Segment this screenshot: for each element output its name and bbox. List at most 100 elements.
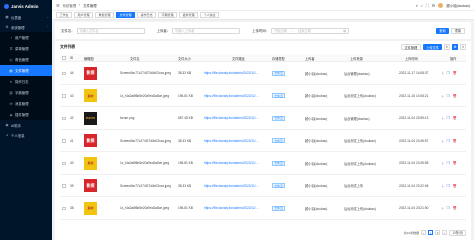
tab-workbench[interactable]: 工作台	[56, 12, 73, 18]
copy-icon[interactable]: ❐	[447, 139, 450, 143]
avatar[interactable]	[438, 2, 444, 8]
row-checkbox[interactable]	[62, 71, 66, 75]
file-path-link[interactable]: https://file.danaly.fun/admin/2022/11/…	[204, 139, 259, 143]
delete-icon[interactable]: 🗑︎	[453, 71, 457, 75]
menu-icon: ☰	[9, 46, 13, 51]
column-header: 上传时间	[405, 56, 418, 61]
fullscreen-icon[interactable]: ⛶	[426, 3, 429, 8]
sidebar-submenu: ◔ 用户管理 ☰ 菜单管理 ◎ 角色管理 ▤ 文件管理 ≡ 操作日志 ▥ 字典管理 ✉ 消息管…	[0, 32, 52, 120]
next-page-button[interactable]: ›	[442, 230, 448, 235]
page-button[interactable]: 1	[428, 230, 434, 235]
cell-uploader: 超小羽(doubao)	[305, 184, 328, 189]
sidebar-item-dict[interactable]: ▥ 字典管理	[0, 87, 52, 98]
page-button[interactable]: 2	[435, 230, 441, 235]
download-icon[interactable]: ⤓	[442, 161, 444, 165]
sidebar-item-messages[interactable]: ✉ 消息管理	[0, 98, 52, 109]
sidebar-item-dashboard[interactable]: ▦ 仪表盘 ⌄	[0, 12, 52, 22]
page-size-select[interactable]: 10条/页	[449, 229, 466, 236]
message-icon: ✉	[9, 101, 13, 106]
search-icon[interactable]: ⌕	[416, 3, 418, 8]
row-checkbox[interactable]	[62, 116, 66, 120]
sidebar-item-roles[interactable]: ◎ 角色管理	[0, 54, 52, 65]
settings-icon[interactable]: ⚙	[432, 3, 436, 8]
density-icon[interactable]: ⇕	[460, 44, 466, 50]
sidebar-item-logs[interactable]: ≡ 操作日志	[0, 76, 52, 87]
row-checkbox[interactable]	[62, 161, 66, 165]
prev-page-button[interactable]: ‹	[421, 230, 427, 235]
reset-button[interactable]: 重置	[450, 27, 465, 34]
copy-icon[interactable]: ❐	[447, 184, 450, 188]
tab-profile[interactable]: 个人信息	[200, 12, 220, 18]
file-path-link[interactable]: https://file.danaly.fun/admin/2022/11/…	[204, 116, 259, 120]
app-logo[interactable]: Jarvis Admin	[0, 0, 52, 12]
delete-icon[interactable]: 🗑︎	[453, 94, 457, 98]
tab-logs[interactable]: 操作日志	[137, 12, 157, 18]
date-range-picker[interactable]: 开始日期 → 结束日期 ▦	[271, 27, 350, 34]
dashboard-icon: ▦	[5, 15, 9, 19]
select-all-checkbox[interactable]	[62, 56, 66, 60]
table-title: 文件列表	[60, 44, 76, 49]
delete-icon[interactable]: 🗑︎	[453, 139, 457, 143]
download-icon[interactable]: ⤓	[442, 116, 444, 120]
file-name-input[interactable]: 请输入文件名	[76, 27, 145, 34]
tab-plugins[interactable]: 插件管理	[179, 12, 199, 18]
row-checkbox[interactable]	[62, 206, 66, 210]
file-thumbnail[interactable]: 影探	[84, 179, 97, 193]
file-manage-button[interactable]: 文件管理	[400, 44, 422, 50]
copy-icon[interactable]: ❐	[447, 161, 450, 165]
bell-icon[interactable]: ♪	[421, 3, 423, 8]
sidebar-item-menus[interactable]: ☰ 菜单管理	[0, 43, 52, 54]
file-thumbnail[interactable]: 素材	[84, 156, 97, 170]
column-header: 上传者	[305, 56, 315, 61]
file-table-card: 文件列表 文件管理 上传文件 ↻ ⚙ ⇕ ID 缩略图 文件名 文件大小 文件路…	[55, 41, 471, 240]
file-path-link[interactable]: https://file.danaly.fun/admin/2022/11/…	[204, 184, 259, 188]
copy-icon[interactable]: ❐	[447, 94, 450, 98]
sidebar-item-plugins[interactable]: ◈ 插件管理	[0, 109, 52, 120]
settings-icon[interactable]: ⚙	[452, 44, 458, 50]
cell-file-name: Screen6bc77c274f27d4b02cca.jpeg	[120, 138, 171, 143]
file-thumbnail[interactable]: 素材	[84, 89, 97, 103]
file-thumbnail[interactable]: PHOTO	[84, 111, 97, 125]
download-icon[interactable]: ⤓	[442, 206, 444, 210]
download-icon[interactable]: ⤓	[442, 71, 444, 75]
upload-button[interactable]: 上传文件	[423, 44, 442, 50]
robot-icon: ◉	[5, 123, 9, 127]
collapse-menu-icon[interactable]: ☰	[56, 3, 60, 8]
copy-icon[interactable]: ❐	[447, 71, 450, 75]
tab-users[interactable]: 用户管理	[74, 12, 94, 18]
search-button[interactable]: 查询	[436, 27, 449, 34]
row-checkbox[interactable]	[62, 184, 66, 188]
uploader-input[interactable]: 请输入上传者	[172, 27, 241, 34]
download-icon[interactable]: ⤓	[442, 139, 444, 143]
sidebar-item-ai[interactable]: ◉ AI助手	[0, 120, 52, 130]
row-checkbox[interactable]	[62, 94, 66, 98]
row-checkbox[interactable]	[62, 139, 66, 143]
copy-icon[interactable]: ❐	[447, 206, 450, 210]
file-path-link[interactable]: https://file.danaly.fun/admin/2022/11/…	[204, 71, 259, 75]
refresh-icon[interactable]: ↻	[444, 44, 450, 50]
file-path-link[interactable]: https://file.danaly.fun/admin/2022/11/…	[204, 94, 259, 98]
file-path-link[interactable]: https://file.danaly.fun/admin/2022/11/…	[204, 161, 259, 165]
file-thumbnail[interactable]: 影探	[84, 134, 97, 148]
sidebar-item-files[interactable]: ▤ 文件管理	[0, 65, 52, 76]
sidebar-item-label: 菜单管理	[15, 47, 29, 51]
sidebar-item-system[interactable]: ⚙ 系统管理 ⌃	[0, 22, 52, 32]
delete-icon[interactable]: 🗑︎	[453, 161, 457, 165]
tab-files[interactable]: 文件管理	[116, 12, 136, 18]
file-thumbnail[interactable]: 素材	[84, 201, 97, 215]
table-row: 38 素材 1x_f4a2a8f6b5e20a9ed2a8ce.jpeg 196.81…	[60, 197, 466, 220]
delete-icon[interactable]: 🗑︎	[453, 206, 457, 210]
sidebar-item-users[interactable]: ◔ 用户管理	[0, 32, 52, 43]
sidebar-item-profile[interactable]: ◕ 个人信息	[0, 130, 52, 140]
breadcrumb-item[interactable]: 系统管理	[63, 3, 77, 8]
tab-dict[interactable]: 字典管理	[158, 12, 178, 18]
file-path-link[interactable]: https://file.danaly.fun/admin/2022/11/…	[204, 206, 259, 210]
delete-icon[interactable]: 🗑︎	[453, 184, 457, 188]
copy-icon[interactable]: ❐	[447, 116, 450, 120]
download-icon[interactable]: ⤓	[442, 184, 444, 188]
download-icon[interactable]: ⤓	[442, 94, 444, 98]
tab-roles[interactable]: 角色管理	[95, 12, 115, 18]
delete-icon[interactable]: 🗑︎	[453, 116, 457, 120]
file-thumbnail[interactable]: 影探	[84, 66, 97, 80]
username[interactable]: 超小羽(doubao)	[446, 3, 470, 8]
